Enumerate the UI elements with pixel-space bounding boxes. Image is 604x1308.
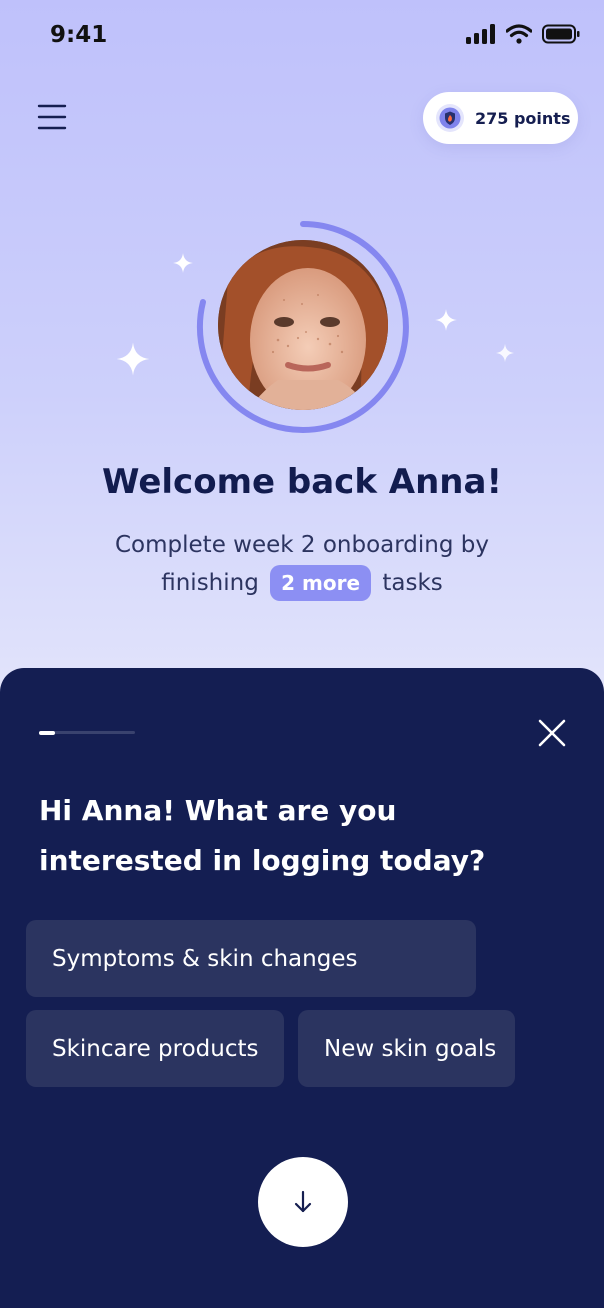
question-line1: Hi Anna! What are you: [39, 794, 397, 827]
status-icons: [466, 24, 580, 44]
points-shield-icon: [436, 104, 464, 132]
remaining-tasks-badge: 2 more: [270, 565, 372, 601]
sheet-progress: [39, 730, 135, 735]
status-bar: 9:41: [0, 0, 604, 76]
menu-icon: [37, 104, 67, 130]
continue-button[interactable]: [258, 1157, 348, 1247]
close-icon: [538, 719, 566, 747]
close-button[interactable]: [537, 718, 567, 748]
onboarding-subtitle: Complete week 2 onboarding by finishing …: [0, 526, 604, 602]
logging-sheet: Hi Anna! What are you interested in logg…: [0, 668, 604, 1308]
subtitle-line2: finishing 2 more tasks: [0, 564, 604, 602]
points-label: 275 points: [475, 108, 571, 128]
menu-button[interactable]: [36, 103, 70, 131]
avatar-progress: [196, 220, 410, 434]
subtitle-pre: finishing: [161, 570, 259, 596]
avatar: [218, 240, 388, 410]
sparkle-icon: [495, 343, 515, 363]
option-new-skin-goals[interactable]: New skin goals: [298, 1010, 515, 1087]
sparkle-icon: [435, 309, 457, 331]
sparkle-icon: [116, 342, 150, 376]
signal-icon: [466, 24, 495, 44]
sheet-progress-fill: [39, 730, 55, 735]
welcome-title: Welcome back Anna!: [102, 462, 502, 502]
sparkle-icon: [173, 253, 193, 273]
arrow-down-icon: [294, 1190, 312, 1213]
status-time: 9:41: [50, 22, 108, 48]
points-pill[interactable]: 275 points: [423, 92, 578, 144]
question-line2: interested in logging today?: [39, 844, 486, 877]
subtitle-post: tasks: [382, 570, 443, 596]
option-skincare-products[interactable]: Skincare products: [26, 1010, 284, 1087]
wifi-icon: [506, 24, 532, 44]
avatar-photo: [218, 240, 388, 410]
sheet-question: Hi Anna! What are you interested in logg…: [39, 786, 559, 886]
subtitle-line1: Complete week 2 onboarding by: [115, 532, 489, 558]
option-symptoms[interactable]: Symptoms & skin changes: [26, 920, 476, 997]
battery-icon: [542, 24, 580, 44]
